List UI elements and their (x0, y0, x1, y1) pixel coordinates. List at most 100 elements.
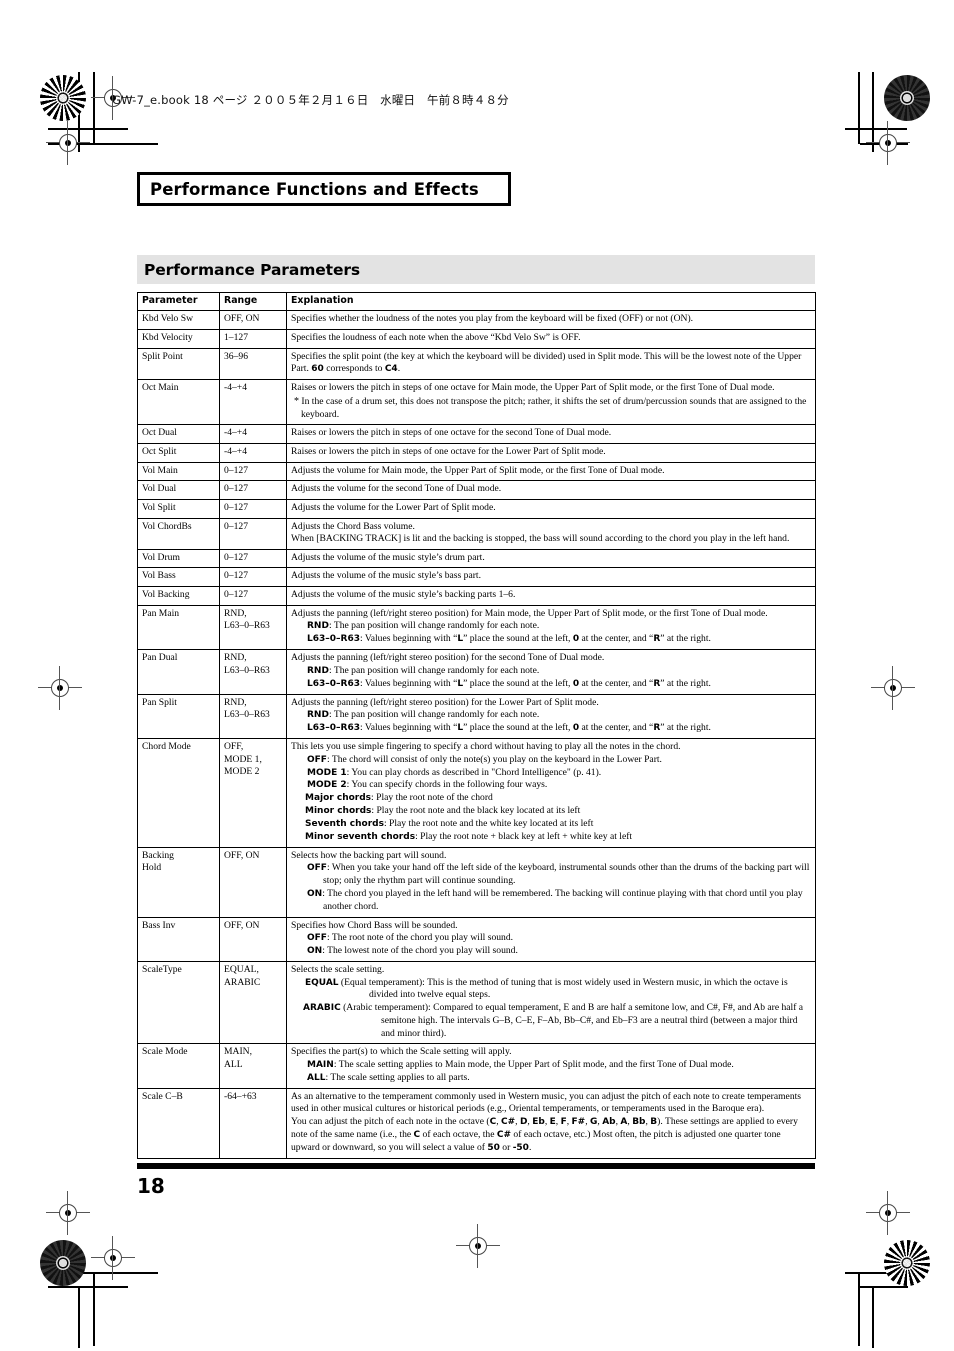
crop-mark-top-right-h (845, 128, 907, 130)
table-row: Oct Main -4–+4 Raises or lowers the pitch … (137, 379, 816, 426)
cell-parameter: Kbd Velocity (137, 329, 220, 349)
table-row: ScaleType EQUAL, ARABIC Selects the scale … (137, 960, 816, 1045)
table-row: Chord Mode OFF, MODE 1, MODE 2 This lets y… (137, 738, 816, 848)
explanation-line: L63–0–R63: Values beginning with “L” pla… (307, 633, 711, 645)
explanation-line: Major chords: Play the root note of the … (305, 792, 493, 804)
column-header-explanation: Explanation (286, 291, 816, 312)
cell-parameter: Backing Hold (137, 846, 220, 918)
table-row: Pan Split RND, L63–0–R63 Adjusts the panni… (137, 693, 816, 740)
explanation-line: Adjusts the panning (left/right stereo p… (291, 607, 768, 619)
cell-range: -4–+4 (219, 424, 287, 444)
cell-parameter: Vol Dual (137, 480, 220, 500)
crop-mark-bottom-left-v2 (78, 1286, 80, 1348)
explanation-line: RND: The pan position will change random… (307, 709, 540, 721)
explanation-line: Specifies the split point (the key at wh… (291, 350, 802, 375)
explanation-line: * In the case of a drum set, this does n… (294, 395, 807, 420)
explanation-line: This lets you use simple fingering to sp… (291, 741, 681, 752)
cell-range: EQUAL, ARABIC (219, 960, 287, 1045)
cell-range: 0–127 (219, 586, 287, 606)
table-row: Kbd Velo Sw OFF, ON Specifies whether the … (137, 310, 816, 331)
cell-range: RND, L63–0–R63 (219, 604, 287, 651)
table-row: Vol Split 0–127 Adjusts the volume for the… (137, 498, 816, 519)
table-row: Scale C–B -64–+63 As an alternative to the… (137, 1087, 816, 1159)
cell-range: RND, L63–0–R63 (219, 649, 287, 695)
book-file-header: GW-7_e.book 18 ページ ２００５年２月１６日 水曜日 午前８時４８… (112, 93, 509, 107)
explanation-line: ON: The chord you played in the left han… (307, 887, 803, 912)
table-row: Bass Inv OFF, ON Specifies how Chord Bass … (137, 916, 816, 962)
cell-range: OFF, ON (219, 310, 287, 331)
explanation-line: Adjusts the panning (left/right stereo p… (291, 652, 605, 664)
column-header-parameter: Parameter (137, 291, 220, 312)
cell-parameter: Split Point (137, 347, 220, 381)
performance-parameters-table: Parameter Range Explanation Kbd Velo Sw O… (137, 291, 816, 1159)
performance-parameters-table-wrap: Parameter Range Explanation Kbd Velo Sw O… (137, 291, 816, 1159)
footer-rule (137, 1163, 815, 1169)
cell-range: -4–+4 (219, 379, 287, 426)
explanation-line: Selects the scale setting. (291, 963, 385, 975)
table-row: Kbd Velocity 1–127 Specifies the loudness … (137, 329, 816, 349)
explanation-line: MODE 1: You can play chords as described… (307, 766, 602, 778)
cell-explanation: Specifies whether the loudness of the no… (286, 310, 816, 331)
registration-mark-bottom-left (46, 1191, 90, 1235)
crop-mark-bottom-left-h2 (48, 1286, 128, 1288)
cell-explanation: This lets you use simple fingering to sp… (286, 738, 816, 848)
column-header-range: Range (219, 291, 287, 312)
explanation-line: Seventh chords: Play the root note and t… (305, 818, 594, 830)
cell-parameter: Chord Mode (137, 738, 220, 848)
cell-parameter: ScaleType (137, 960, 220, 1045)
star-target-bottom-left (40, 1240, 86, 1286)
explanation-line: You can adjust the pitch of each note in… (291, 1116, 798, 1153)
cell-explanation: Adjusts the panning (left/right stereo p… (286, 693, 816, 740)
crop-mark-top-right-h2 (860, 143, 908, 145)
table-row: Vol Bass 0–127 Adjusts the volume of the m… (137, 567, 816, 588)
registration-mark-top-left-b (46, 121, 90, 165)
explanation-line: ALL: The scale setting applies to all pa… (307, 1071, 470, 1083)
cell-parameter: Pan Main (137, 604, 220, 651)
section-title: Performance Parameters (144, 260, 361, 279)
explanation-line: ARABIC (Arabic temperament): Compared to… (303, 1002, 804, 1039)
cell-parameter: Vol Main (137, 461, 220, 482)
crop-mark-top-right-v (872, 72, 874, 152)
cell-parameter: Vol Backing (137, 586, 220, 606)
cell-range: 0–127 (219, 498, 287, 519)
cell-explanation: Adjusts the volume for the second Tone o… (286, 480, 816, 500)
table-row: Scale Mode MAIN, ALL Specifies the part(s)… (137, 1043, 816, 1089)
cell-range: 0–127 (219, 461, 287, 482)
cell-parameter: Kbd Velo Sw (137, 310, 220, 331)
explanation-line: Raises or lowers the pitch in steps of o… (291, 427, 612, 439)
cell-parameter: Vol Drum (137, 548, 220, 569)
cell-explanation: Adjusts the panning (left/right stereo p… (286, 649, 816, 695)
cell-explanation: Adjusts the volume of the music style’s … (286, 586, 816, 606)
cell-explanation: As an alternative to the temperament com… (286, 1087, 816, 1159)
explanation-line: Raises or lowers the pitch in steps of o… (291, 445, 606, 457)
explanation-line: Adjusts the volume for Main mode, the Up… (291, 464, 665, 476)
cell-explanation: Specifies how Chord Bass will be sounded… (286, 916, 816, 962)
cell-range: 0–127 (219, 548, 287, 569)
cell-explanation: Adjusts the Chord Bass volume. When [BACK… (286, 517, 816, 550)
cell-range: 0–127 (219, 480, 287, 500)
explanation-line: Adjusts the volume for the Lower Part of… (291, 501, 496, 513)
cell-range: OFF, ON (219, 846, 287, 918)
table-row: Vol ChordBs 0–127 Adjusts the Chord Bass v… (137, 517, 816, 550)
table-header-row: Parameter Range Explanation (137, 291, 816, 312)
explanation-line: Minor chords: Play the root note and the… (305, 805, 581, 817)
explanation-line: Adjusts the panning (left/right stereo p… (291, 696, 599, 708)
cell-explanation: Raises or lowers the pitch in steps of o… (286, 442, 816, 463)
cell-parameter: Scale Mode (137, 1043, 220, 1089)
crop-mark-bottom-right-v2 (872, 1286, 874, 1348)
cell-explanation: Specifies the loudness of each note when… (286, 329, 816, 349)
explanation-line: EQUAL (Equal temperament): This is the m… (305, 976, 788, 1001)
crop-mark-top-left-v2 (93, 72, 95, 144)
explanation-line: ON: The lowest note of the chord you pla… (307, 945, 518, 957)
registration-mark-left-middle (38, 666, 82, 710)
explanation-line: Specifies the part(s) to which the Scale… (291, 1046, 512, 1058)
explanation-line: MODE 2: You can specify chords in the fo… (307, 779, 548, 791)
explanation-line: As an alternative to the temperament com… (291, 1090, 802, 1115)
cell-parameter: Oct Split (137, 442, 220, 463)
registration-mark-bottom-center (456, 1224, 500, 1268)
cell-parameter: Pan Dual (137, 649, 220, 695)
explanation-line: Adjusts the volume for the second Tone o… (291, 483, 502, 495)
crop-mark-bottom-right-h (845, 1272, 907, 1274)
chapter-title-box: Performance Functions and Effects (137, 172, 511, 206)
cell-explanation: Specifies the part(s) to which the Scale… (286, 1043, 816, 1089)
